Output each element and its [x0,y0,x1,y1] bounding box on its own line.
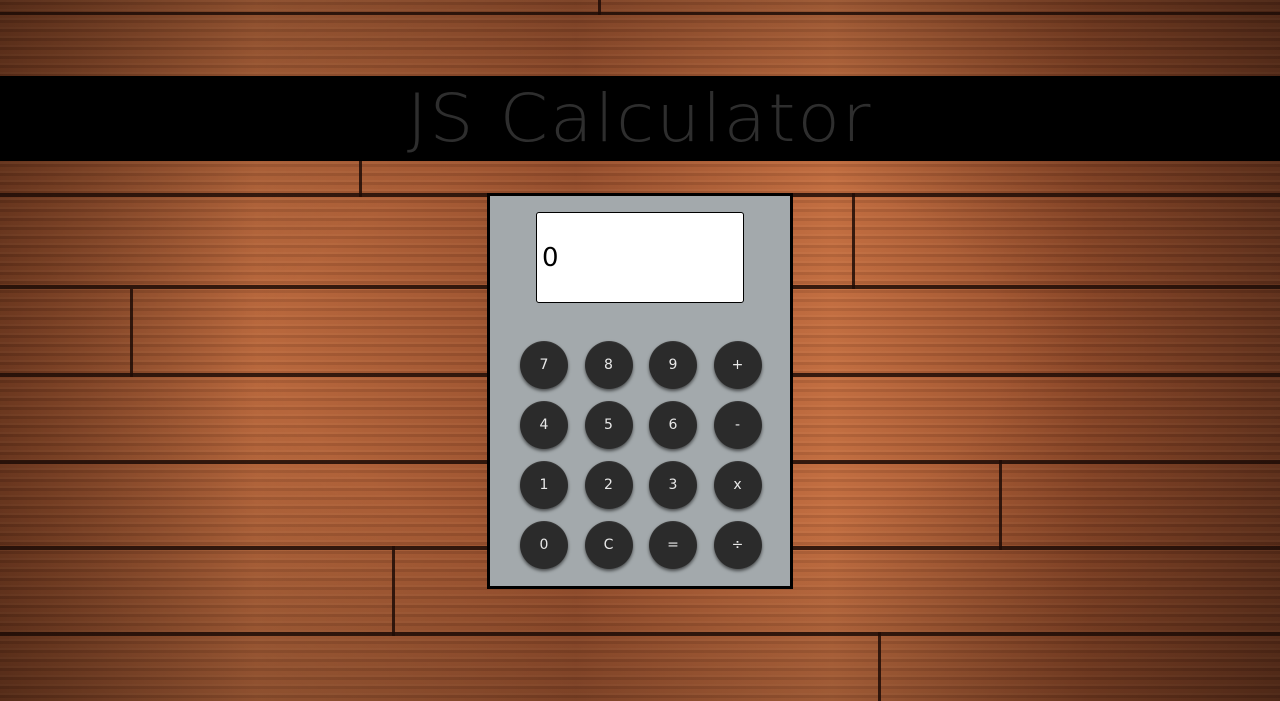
wood-plank-joint [878,632,881,701]
key-7-button[interactable]: 7 [520,341,568,389]
wood-plank-joint [598,0,601,15]
wood-plank-joint [392,546,395,636]
calculator-display: 0 [536,212,744,303]
divide-button[interactable]: ÷ [713,521,762,569]
keypad: 7 8 9 + 4 5 6 - 1 2 3 x 0 C = ÷ [520,341,764,569]
title-bar: JS Calculator [0,76,1280,161]
wood-plank-joint [852,193,855,289]
key-4-button[interactable]: 4 [520,401,568,449]
subtract-button[interactable]: - [713,401,762,449]
calculator: 0 7 8 9 + 4 5 6 - 1 2 3 x 0 C = ÷ [487,193,793,589]
key-5-button[interactable]: 5 [584,401,633,449]
key-0-button[interactable]: 0 [520,521,568,569]
equals-button[interactable]: = [649,521,697,569]
clear-button[interactable]: C [584,521,633,569]
multiply-button[interactable]: x [713,461,762,509]
key-6-button[interactable]: 6 [649,401,697,449]
key-9-button[interactable]: 9 [649,341,697,389]
add-button[interactable]: + [713,341,762,389]
display-value: 0 [542,242,559,273]
key-8-button[interactable]: 8 [584,341,633,389]
key-1-button[interactable]: 1 [520,461,568,509]
wood-plank-joint [999,460,1002,550]
key-2-button[interactable]: 2 [584,461,633,509]
wood-plank-joint [130,289,133,377]
page-title: JS Calculator [407,79,873,157]
wood-plank-joint [359,161,362,197]
key-3-button[interactable]: 3 [649,461,697,509]
